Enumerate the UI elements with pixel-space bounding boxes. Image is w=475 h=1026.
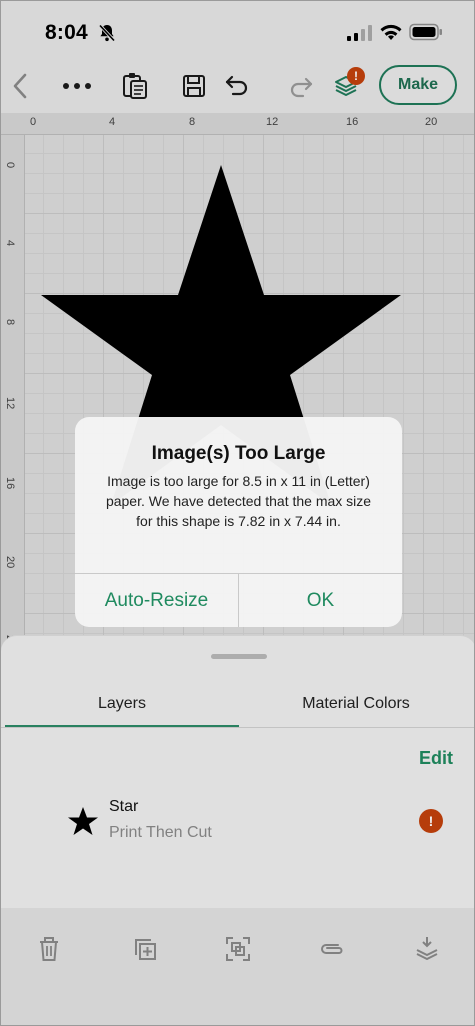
alert-title: Image(s) Too Large xyxy=(151,443,326,464)
ok-button[interactable]: OK xyxy=(239,574,402,627)
image-too-large-alert: Image(s) Too Large Image is too large fo… xyxy=(75,417,402,627)
alert-message: Image is too large for 8.5 in x 11 in (L… xyxy=(105,473,372,529)
app-frame: 8:04 ! Make 0 4 8 12 16 20 0 4 8 12 16 2… xyxy=(0,0,475,1026)
auto-resize-button[interactable]: Auto-Resize xyxy=(75,574,238,627)
